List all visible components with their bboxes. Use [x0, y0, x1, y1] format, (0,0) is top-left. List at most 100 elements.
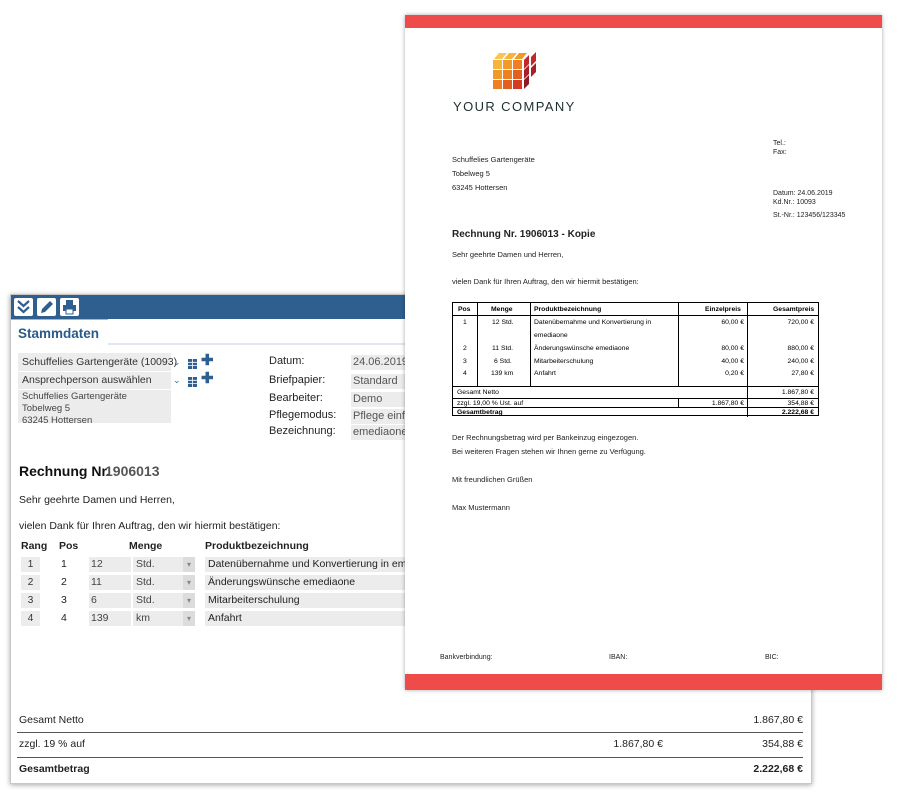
signature-name: Max Mustermann [452, 503, 510, 512]
chevron-down-icon[interactable]: ⌄ [173, 357, 181, 368]
pos-cell: 2 [463, 345, 467, 352]
editor-field[interactable]: Demo [351, 392, 413, 407]
quantity-field[interactable]: 11 [89, 575, 131, 590]
table-icon[interactable] [188, 356, 197, 369]
rank-cell[interactable]: 3 [21, 593, 40, 608]
column-header-pos: Pos [59, 540, 79, 552]
address-line: Tobelweg 5 [22, 403, 71, 414]
chevron-down-icon[interactable]: ⌄ [173, 375, 181, 386]
divider [747, 303, 748, 417]
column-header-qty: Menge [129, 540, 163, 552]
designation-label: Bezeichnung: [269, 425, 336, 437]
unit-select[interactable]: km [133, 611, 186, 626]
greeting-text: Sehr geehrte Damen und Herren, [452, 250, 564, 259]
table-icon[interactable] [188, 374, 197, 387]
invoice-table: Pos Menge Produktbezeichnung Einzelpreis… [452, 302, 819, 417]
customer-box: Schuffelies Gartengeräte (10093) Ansprec… [18, 353, 177, 426]
column-header-qty: Menge [491, 306, 513, 313]
invoice-number: 1906013 [105, 463, 160, 479]
column-header-pos: Pos [458, 306, 471, 313]
product-cell: emediaone [534, 332, 568, 339]
address-line: 63245 Hottersen [22, 415, 93, 426]
company-logo-icon [491, 51, 539, 96]
tax-base-value: 1.867,80 € [711, 400, 744, 407]
rank-cell[interactable]: 2 [21, 575, 40, 590]
printer-icon[interactable] [60, 298, 79, 316]
unit-select[interactable]: Std. [133, 575, 186, 590]
fax-label: Fax: [773, 149, 787, 156]
intro-text: vielen Dank für Ihren Auftrag, den wir h… [452, 277, 639, 286]
quantity-field[interactable]: 12 [89, 557, 131, 572]
total-cell: 880,00 € [787, 345, 814, 352]
bank-label: Bankverbindung: [440, 654, 493, 661]
column-header-rank: Rang [21, 540, 48, 552]
document-title: Rechnung Nr. 1906013 - Kopie [452, 229, 596, 240]
pos-cell: 2 [61, 576, 67, 588]
designation-field[interactable]: emediaone D [351, 425, 413, 440]
net-total-value: 1.867,80 € [781, 389, 814, 396]
chevron-down-icon[interactable]: ▾ [183, 575, 195, 590]
product-field[interactable]: Datenübernahme und Konvertierung in emed… [205, 557, 408, 572]
chevron-down-icon[interactable]: ▾ [183, 611, 195, 626]
product-cell: Datenübernahme und Konvertierung in [534, 319, 652, 326]
closing-text: Bei weiteren Fragen stehen wir Ihnen ger… [452, 447, 646, 456]
date-field[interactable]: 24.06.2019 [351, 355, 413, 370]
divider [453, 386, 818, 387]
pos-cell: 3 [463, 358, 467, 365]
unit-price-cell: 80,00 € [721, 345, 744, 352]
product-field[interactable]: Änderungswünsche emediaone [205, 575, 408, 590]
qty-cell: 11 Std. [492, 345, 514, 352]
recipient-line: 63245 Hottersen [452, 183, 508, 192]
tax-number-line: St.-Nr.: 123456/123345 [773, 212, 846, 219]
pencil-icon[interactable] [37, 298, 56, 316]
plus-icon[interactable]: ✚ [201, 353, 214, 368]
plus-icon[interactable]: ✚ [201, 371, 214, 386]
product-cell: Mitarbeiterschulung [534, 358, 594, 365]
contact-select[interactable]: Ansprechperson auswählen [22, 374, 152, 386]
divider [18, 371, 171, 372]
expand-down-icon[interactable] [14, 298, 33, 316]
qty-cell: 6 Std. [494, 358, 512, 365]
tab-stammdaten[interactable]: Stammdaten [11, 319, 108, 345]
tax-label: zzgl. 19 % auf [19, 738, 85, 750]
product-field[interactable]: Anfahrt [205, 611, 408, 626]
letterhead-field[interactable]: Standard [351, 374, 413, 389]
column-header-unit-price: Einzelpreis [705, 306, 741, 313]
gross-total-label: Gesamtbetrag [19, 763, 90, 775]
total-cell: 27,80 € [791, 370, 814, 377]
recipient-line: Tobelweg 5 [452, 169, 490, 178]
chevron-down-icon[interactable]: ▾ [183, 557, 195, 572]
gross-total-value: 2.222,68 € [781, 409, 814, 416]
total-cell: 720,00 € [787, 319, 814, 326]
pos-cell: 4 [61, 612, 67, 624]
maintenance-mode-field[interactable]: Pflege einfach [351, 409, 413, 424]
net-total-label: Gesamt Netto [19, 714, 84, 726]
quantity-field[interactable]: 6 [89, 593, 131, 608]
tax-value: 354,88 € [762, 738, 803, 750]
chevron-down-icon[interactable]: ▾ [183, 593, 195, 608]
rank-cell[interactable]: 1 [21, 557, 40, 572]
tax-value: 354,88 € [787, 400, 814, 407]
quantity-field[interactable]: 139 [89, 611, 131, 626]
unit-select[interactable]: Std. [133, 557, 186, 572]
product-field[interactable]: Mitarbeiterschulung [205, 593, 408, 608]
pos-cell: 1 [61, 558, 67, 570]
date-label: Datum: [269, 355, 305, 367]
customer-select[interactable]: Schuffelies Gartengeräte (10093) [22, 356, 177, 368]
unit-select[interactable]: Std. [133, 593, 186, 608]
divider [17, 757, 803, 758]
intro-text: vielen Dank für Ihren Auftrag, den wir h… [19, 520, 281, 532]
column-header-product: Produktbezeichnung [205, 540, 309, 552]
recipient-line: Schuffelies Gartengeräte [452, 155, 535, 164]
maintenance-mode-label: Pflegemodus: [269, 409, 337, 421]
editor-label: Bearbeiter: [269, 392, 323, 404]
invoice-document-preview: YOUR COMPANY Schuffelies Gartengeräte To… [405, 15, 882, 690]
header-bar [405, 15, 882, 28]
rank-cell[interactable]: 4 [21, 611, 40, 626]
bic-label: BIC: [765, 654, 779, 661]
customer-number-line: Kd.Nr.: 10093 [773, 199, 816, 206]
column-header-total: Gesamtpreis [773, 306, 815, 313]
letterhead-label: Briefpapier: [269, 374, 326, 386]
product-cell: Änderungswünsche emediaone [534, 345, 630, 352]
pos-cell: 1 [463, 319, 467, 326]
